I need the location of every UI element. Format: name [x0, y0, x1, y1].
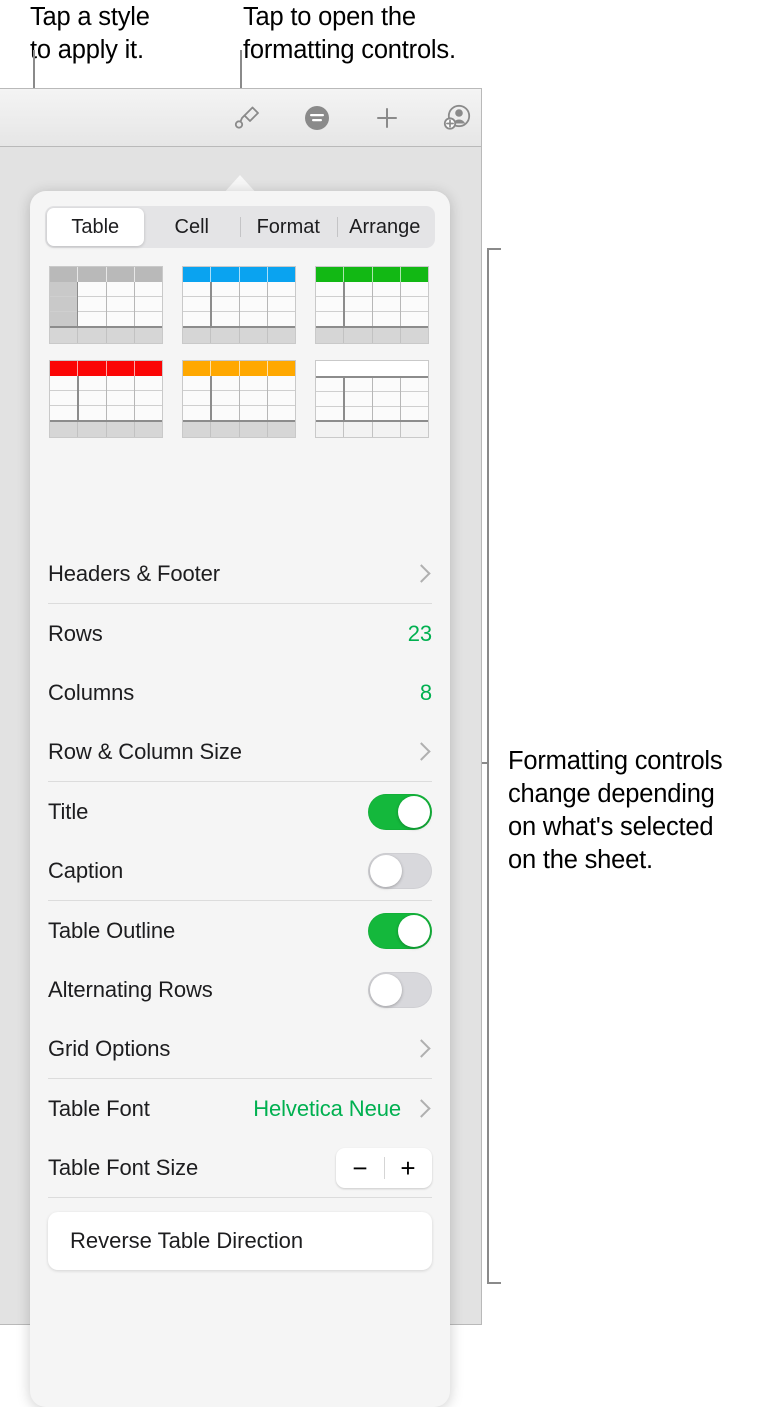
table-style-gray[interactable]	[49, 266, 163, 344]
callout-tap-to-open: Tap to open the formatting controls.	[243, 3, 456, 64]
option-control-columns: 8	[420, 680, 432, 706]
plus-icon[interactable]	[369, 100, 405, 136]
toggle-knob	[398, 914, 430, 947]
option-label-row-and-column-size: Row & Column Size	[48, 738, 242, 764]
options-list: Headers & Footer Rows 23 Columns 8 Row & Colu…	[30, 544, 450, 1270]
option-label-table-font-size: Table Font Size	[48, 1154, 199, 1180]
option-control-headers-and-footer	[412, 564, 432, 583]
toolbar	[0, 89, 481, 147]
option-label-table-outline: Table Outline	[48, 917, 176, 943]
toggle-knob	[370, 854, 402, 887]
option-row-rows[interactable]: Rows 23	[48, 604, 432, 663]
option-control-grid-options	[412, 1039, 432, 1058]
option-label-rows: Rows	[48, 620, 103, 646]
option-row-table-outline[interactable]: Table Outline	[48, 901, 432, 960]
stepper-divider	[384, 1156, 385, 1179]
toggle-table-outline[interactable]	[368, 912, 432, 949]
increase-font-size-button[interactable]: +	[384, 1155, 432, 1181]
option-label-headers-and-footer: Headers & Footer	[48, 560, 221, 586]
option-control-caption	[368, 852, 432, 889]
toggle-knob	[398, 795, 430, 828]
table-style-green[interactable]	[315, 266, 429, 344]
option-control-table-font-size: − +	[336, 1147, 432, 1188]
tab-format[interactable]: Format	[240, 208, 337, 246]
option-row-grid-options[interactable]: Grid Options	[48, 1019, 432, 1078]
chevron-right-icon[interactable]	[412, 742, 431, 761]
format-popover: Table Cell Format Arrange Headers & Foot…	[30, 191, 450, 1407]
toggle-knob	[370, 973, 402, 1006]
option-row-table-font-size[interactable]: Table Font Size − +	[48, 1138, 432, 1197]
table-style-plain[interactable]	[315, 360, 429, 438]
section-divider	[48, 1197, 432, 1198]
option-row-table-font[interactable]: Table Font Helvetica Neue	[48, 1079, 432, 1138]
option-control-title	[368, 793, 432, 830]
toolbar-icon-group	[229, 89, 475, 147]
chevron-right-icon[interactable]	[412, 1099, 431, 1118]
option-value-table-font: Helvetica Neue	[253, 1095, 401, 1121]
chevron-right-icon[interactable]	[412, 564, 431, 583]
option-label-title: Title	[48, 798, 89, 824]
table-style-red[interactable]	[49, 360, 163, 438]
option-control-alternating-rows	[368, 971, 432, 1008]
option-label-columns: Columns	[48, 679, 135, 705]
option-control-table-font: Helvetica Neue	[253, 1096, 432, 1122]
paintbrush-icon[interactable]	[229, 100, 265, 136]
option-control-rows: 23	[408, 621, 432, 647]
decrease-font-size-button[interactable]: −	[336, 1155, 384, 1181]
collaborate-icon[interactable]	[439, 100, 475, 136]
option-label-grid-options: Grid Options	[48, 1035, 171, 1061]
tab-arrange[interactable]: Arrange	[336, 208, 434, 246]
bracket-bottom-arm	[487, 1282, 501, 1284]
toggle-alternating-rows[interactable]	[368, 971, 432, 1008]
app-canvas: Table Cell Format Arrange Headers & Foot…	[0, 88, 482, 1407]
chevron-right-icon[interactable]	[412, 1039, 431, 1058]
option-value-columns: 8	[419, 679, 432, 705]
tab-cell[interactable]: Cell	[144, 208, 241, 246]
reverse-table-direction-label: Reverse Table Direction	[70, 1228, 304, 1253]
option-row-alternating-rows[interactable]: Alternating Rows	[48, 960, 432, 1019]
table-style-grid	[49, 266, 431, 438]
option-control-row-and-column-size	[412, 742, 432, 761]
toggle-title[interactable]	[368, 793, 432, 830]
option-row-row-and-column-size[interactable]: Row & Column Size	[48, 722, 432, 781]
option-label-alternating-rows: Alternating Rows	[48, 976, 213, 1002]
stepper-table-font-size: − +	[336, 1147, 432, 1188]
table-style-blue[interactable]	[182, 266, 296, 344]
bracket-top-arm	[487, 248, 501, 250]
toggle-caption[interactable]	[368, 852, 432, 889]
reverse-table-direction-button[interactable]: Reverse Table Direction	[48, 1212, 432, 1270]
option-control-table-outline	[368, 912, 432, 949]
option-row-caption[interactable]: Caption	[48, 841, 432, 900]
option-row-headers-and-footer[interactable]: Headers & Footer	[48, 544, 432, 603]
option-label-table-font: Table Font	[48, 1095, 150, 1121]
table-style-orange[interactable]	[182, 360, 296, 438]
insert-icon[interactable]	[299, 100, 335, 136]
bracket-vertical	[487, 248, 489, 1284]
callout-tap-a-style: Tap a style to apply it.	[30, 3, 150, 64]
tab-bar: Table Cell Format Arrange	[45, 206, 435, 248]
tab-table[interactable]: Table	[47, 208, 144, 246]
option-label-caption: Caption	[48, 857, 124, 883]
option-row-columns[interactable]: Columns 8	[48, 663, 432, 722]
option-value-rows: 23	[407, 620, 432, 646]
callout-formatting-controls: Formatting controls change depending on …	[508, 747, 723, 874]
option-row-title[interactable]: Title	[48, 782, 432, 841]
